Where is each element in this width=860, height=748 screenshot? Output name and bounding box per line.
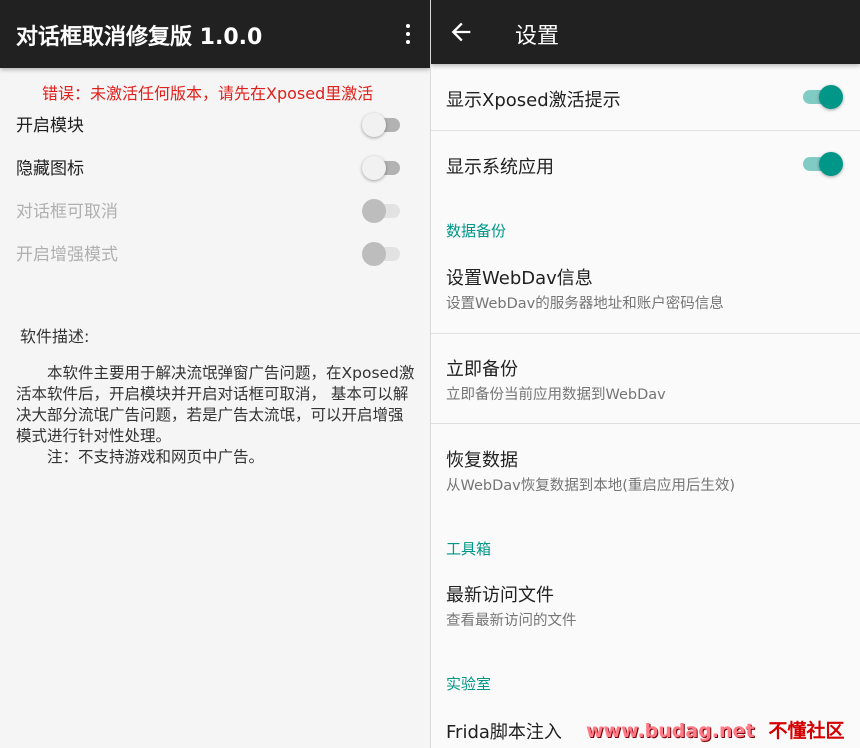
watermark: www.budag.net 不懂社区 [586, 716, 845, 743]
more-vert-icon[interactable] [396, 20, 420, 48]
settings-title: 设置 [515, 24, 560, 49]
description-note: 注：不支持游戏和网页中广告。 [47, 448, 265, 466]
enable-module-label: 开启模块 [16, 116, 84, 136]
app-title: 对话框取消修复版 1.0.0 [16, 25, 263, 50]
enhanced-mode-row: 开启增强模式 [0, 232, 430, 272]
webdav-settings-subtitle: 设置WebDav的服务器地址和账户密码信息 [446, 296, 724, 312]
restore-data-subtitle: 从WebDav恢复数据到本地(重启应用后生效) [446, 478, 736, 494]
restore-data-item[interactable]: 恢复数据 从WebDav恢复数据到本地(重启应用后生效) [431, 424, 860, 514]
settings-screen: 设置 显示Xposed激活提示 显示系统应用 数据备份 设置WebDav信息 设… [431, 0, 860, 748]
backup-now-subtitle: 立即备份当前应用数据到WebDav [446, 387, 666, 403]
arrow-back-icon[interactable] [447, 18, 475, 46]
description-text: 本软件主要用于解决流氓弹窗广告问题，在Xposed激活本软件后，开启模块并开启对… [16, 363, 416, 468]
activation-error-text: 错误：未激活任何版本，请先在Xposed里激活 [42, 84, 374, 103]
show-system-apps-label: 显示系统应用 [446, 157, 554, 178]
enable-module-row[interactable]: 开启模块 [0, 103, 430, 143]
left-app-bar: 对话框取消修复版 1.0.0 [0, 0, 430, 68]
recent-files-subtitle: 查看最新访问的文件 [446, 613, 577, 629]
category-lab: 实验室 [446, 675, 492, 693]
hide-icon-row[interactable]: 隐藏图标 [0, 146, 430, 186]
backup-now-title: 立即备份 [446, 359, 518, 380]
watermark-url: www.budag.net [586, 720, 755, 742]
show-system-apps-row[interactable]: 显示系统应用 [431, 131, 860, 197]
hide-icon-label: 隐藏图标 [16, 159, 84, 179]
webdav-settings-item[interactable]: 设置WebDav信息 设置WebDav的服务器地址和账户密码信息 [431, 250, 860, 333]
dialog-cancel-app-screen: 对话框取消修复版 1.0.0 错误：未激活任何版本，请先在Xposed里激活 开… [0, 0, 430, 748]
restore-data-title: 恢复数据 [446, 450, 518, 471]
show-xposed-hint-row[interactable]: 显示Xposed激活提示 [431, 64, 860, 130]
recent-files-title: 最新访问文件 [446, 585, 554, 606]
dialog-cancelable-row: 对话框可取消 [0, 189, 430, 229]
dialog-cancelable-label: 对话框可取消 [16, 202, 118, 222]
enhanced-mode-label: 开启增强模式 [16, 245, 118, 265]
webdav-settings-title: 设置WebDav信息 [446, 268, 593, 289]
description-paragraph: 本软件主要用于解决流氓弹窗广告问题，在Xposed激活本软件后，开启模块并开启对… [16, 364, 415, 445]
description-heading: 软件描述: [20, 327, 90, 346]
show-xposed-hint-label: 显示Xposed激活提示 [446, 90, 621, 111]
watermark-name: 不懂社区 [768, 720, 845, 742]
settings-app-bar: 设置 [431, 0, 860, 64]
backup-now-item[interactable]: 立即备份 立即备份当前应用数据到WebDav [431, 334, 860, 423]
frida-inject-title: Frida脚本注入 [446, 722, 562, 743]
recent-files-item[interactable]: 最新访问文件 查看最新访问的文件 [431, 566, 860, 650]
category-data-backup: 数据备份 [446, 222, 507, 240]
category-toolbox: 工具箱 [446, 540, 492, 558]
